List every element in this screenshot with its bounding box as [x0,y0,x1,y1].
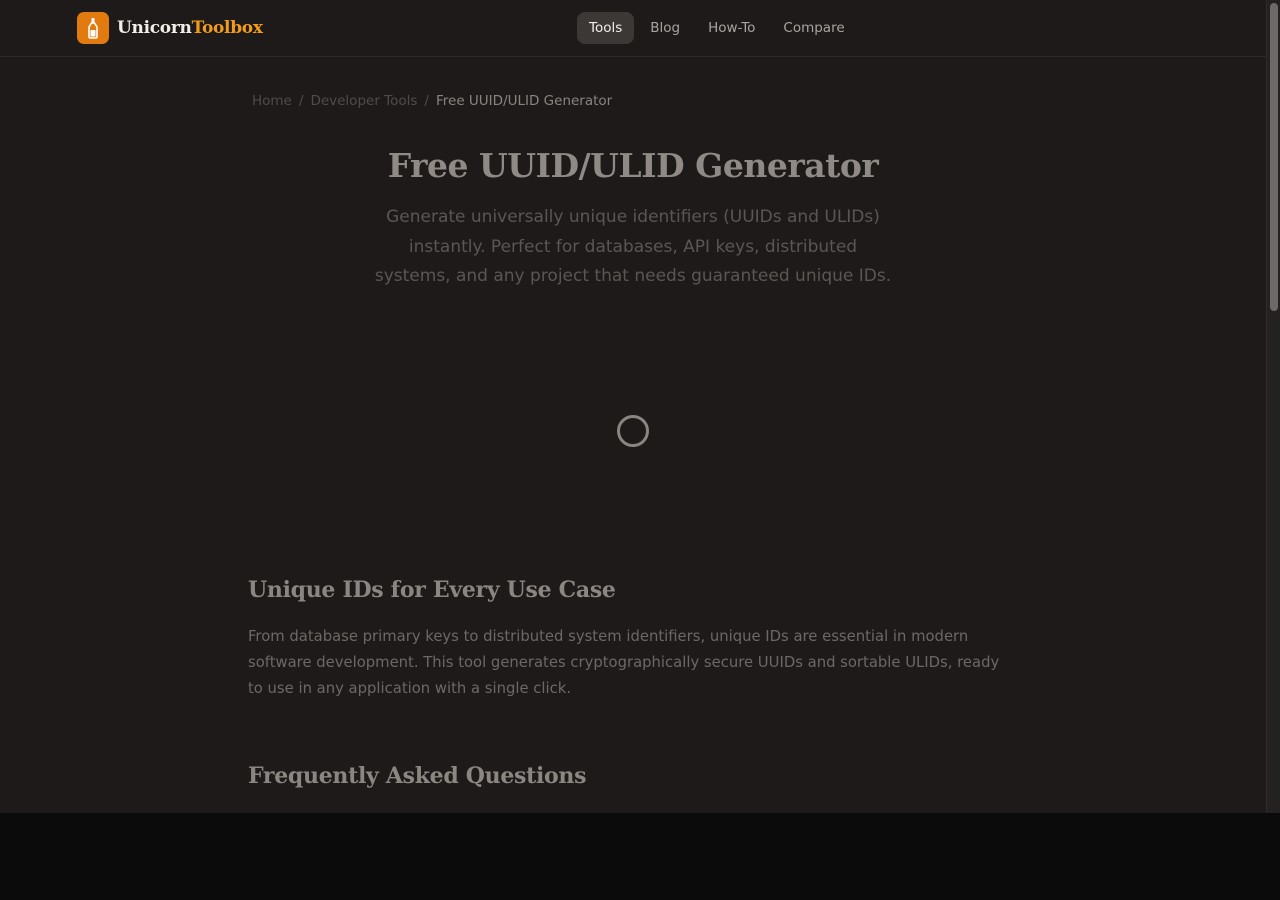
breadcrumb-separator: / [298,93,304,109]
faq-heading: Frequently Asked Questions [248,763,587,789]
window-bottom-area [0,813,1280,900]
scrollbar-thumb[interactable] [1270,3,1278,311]
nav-item-compare[interactable]: Compare [771,12,856,44]
page-scrollbar[interactable] [1266,0,1280,813]
site-name: UnicornToolbox [117,18,263,38]
site-header: UnicornToolbox Tools Blog How-To Compare [0,0,1266,57]
page-title: Free UUID/ULID Generator [387,146,879,185]
main-content: Home / Developer Tools / Free UUID/ULID … [0,58,1266,813]
breadcrumb-current: Free UUID/ULID Generator [435,93,613,109]
nav-item-blog[interactable]: Blog [638,12,692,44]
main-nav: Tools Blog How-To Compare [577,12,857,44]
use-cases-heading: Unique IDs for Every Use Case [248,577,616,603]
page-subtitle: Generate universally unique identifiers … [374,207,892,286]
bottle-icon [77,12,109,44]
breadcrumb-developer-tools[interactable]: Developer Tools [310,93,417,109]
breadcrumb: Home / Developer Tools / Free UUID/ULID … [252,93,612,109]
nav-item-how-to[interactable]: How-To [696,12,767,44]
use-cases-body: From database primary keys to distribute… [248,628,1000,697]
breadcrumb-separator: / [424,93,429,109]
site-logo[interactable]: UnicornToolbox [77,12,263,44]
browser-viewport: UnicornToolbox Tools Blog How-To Compare… [0,0,1266,813]
site-name-part1: Unicorn [117,18,192,38]
nav-item-tools[interactable]: Tools [577,12,635,44]
breadcrumb-home[interactable]: Home [252,93,292,109]
loading-spinner-icon [617,415,649,447]
site-name-part2: Toolbox [191,18,263,38]
